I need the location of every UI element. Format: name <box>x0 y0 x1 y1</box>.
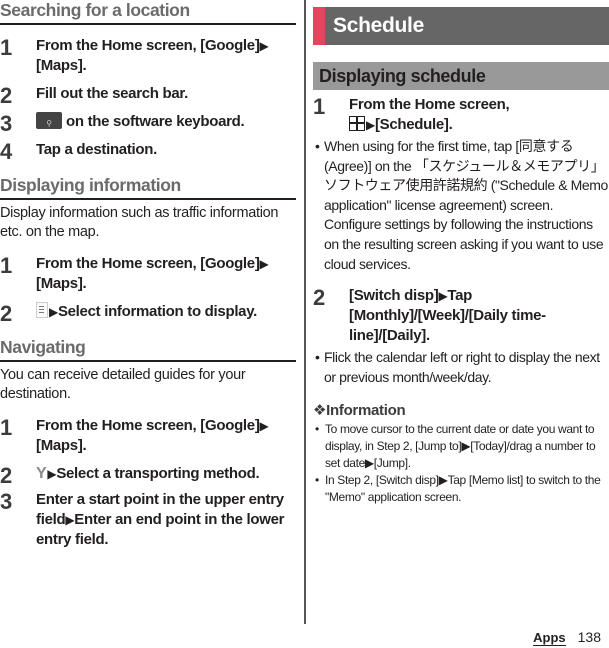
step-3: 3 ⚲ on the software keyboard. <box>0 111 296 136</box>
step-2: 2 Y▶Select a transporting method. <box>0 463 296 488</box>
step-text: Select a transporting method. <box>56 465 260 482</box>
arrow-icon: ▶ <box>364 456 374 471</box>
step-note: • When using for the first time, tap [同意… <box>277 137 609 274</box>
step-text: Enter an end point in the lower entry fi… <box>36 511 285 548</box>
section-description: Display information such as traffic info… <box>0 205 279 240</box>
navigating-steps: 1 From the Home screen, [Google]▶ [Maps]… <box>0 416 296 550</box>
step-text: From the Home screen, [Google] <box>36 417 260 434</box>
bullet-icon: • <box>315 349 320 366</box>
step-number: 1 <box>0 35 12 60</box>
step-4: 4 Tap a destination. <box>0 139 296 164</box>
info-text: In Step 2, [Switch disp] <box>325 473 439 488</box>
arrow-icon: ▶ <box>366 118 375 132</box>
section-title-displaying: Displaying information <box>0 175 296 200</box>
step-text: Tap a destination. <box>36 141 158 158</box>
step-number: 2 <box>0 463 12 488</box>
information-item: • In Step 2, [Switch disp]▶Tap [Memo lis… <box>313 472 609 506</box>
bullet-icon: • <box>315 422 319 437</box>
subsection-title: Displaying schedule <box>319 65 486 86</box>
arrow-icon: ▶ <box>65 513 75 527</box>
bullet-icon: • <box>315 138 320 154</box>
step-number: 1 <box>313 94 325 119</box>
step-number: 2 <box>313 285 325 311</box>
step-text: [Maps]. <box>36 437 87 454</box>
step-text: From the Home screen, [Google] <box>36 255 260 272</box>
page-number: 138 <box>577 629 601 645</box>
step-2: 2 ▶Select information to display. <box>0 301 296 326</box>
step-text: From the Home screen, [Google] <box>36 37 260 54</box>
step-2: 2 [Switch disp]▶Tap [Monthly]/[Week]/[Da… <box>313 286 609 346</box>
column-divider <box>304 0 306 624</box>
note-text: Flick the calendar left or right to disp… <box>324 349 600 385</box>
right-column: Schedule Displaying schedule 1 From the … <box>313 0 609 506</box>
step-note: • Flick the calendar left or right to di… <box>277 348 609 387</box>
note-text: When using for the first time, tap [同意する… <box>324 138 608 272</box>
search-key-icon: ⚲ <box>36 112 62 129</box>
step-1: 1 From the Home screen, [Google]▶ [Maps]… <box>0 36 296 76</box>
step-number: 3 <box>0 111 12 136</box>
step-1: 1 From the Home screen, [Google]▶ [Maps]… <box>0 254 296 294</box>
chapter-banner: Schedule <box>313 7 609 45</box>
route-icon: Y <box>36 465 47 482</box>
menu-icon <box>36 302 48 318</box>
step-text: Fill out the search bar. <box>36 85 189 102</box>
step-number: 2 <box>0 301 12 326</box>
step-number: 2 <box>0 83 12 108</box>
step-2: 2 Fill out the search bar. <box>0 83 296 108</box>
left-column: Searching for a location 1 From the Home… <box>0 0 296 550</box>
info-text: [Jump]. <box>373 456 411 471</box>
section-title-searching: Searching for a location <box>0 0 296 25</box>
accent-bar <box>313 7 325 45</box>
step-number: 1 <box>0 253 12 278</box>
step-text: [Switch disp] <box>349 287 439 305</box>
step-text: [Schedule]. <box>374 116 453 133</box>
step-text: [Maps]. <box>36 57 87 74</box>
chapter-title: Schedule <box>333 14 424 37</box>
step-text: Select information to display. <box>57 303 258 320</box>
step-text: [Maps]. <box>36 275 87 292</box>
arrow-icon: ▶ <box>47 467 57 481</box>
arrow-icon: ▶ <box>49 305 58 319</box>
bullet-icon: • <box>315 473 319 488</box>
section-title-navigating: Navigating <box>0 337 296 362</box>
arrow-icon: ▶ <box>259 39 269 53</box>
page-footer: Apps 138 <box>533 629 601 646</box>
schedule-steps: 1 From the Home screen, ▶[Schedule]. • W… <box>313 95 609 387</box>
searching-steps: 1 From the Home screen, [Google]▶ [Maps]… <box>0 36 296 164</box>
step-number: 1 <box>0 415 12 440</box>
arrow-icon: ▶ <box>438 473 448 488</box>
arrow-icon: ▶ <box>461 439 471 454</box>
step-text: on the software keyboard. <box>66 113 245 130</box>
information-list: • To move cursor to the current date or … <box>313 421 609 506</box>
displaying-steps: 1 From the Home screen, [Google]▶ [Maps]… <box>0 254 296 326</box>
step-number: 3 <box>0 489 12 514</box>
apps-grid-icon <box>349 116 365 131</box>
step-text: From the Home screen, <box>349 96 510 113</box>
step-3: 3 Enter a start point in the upper entry… <box>0 490 296 550</box>
information-title: ❖Information <box>313 402 406 420</box>
footer-section: Apps <box>533 630 566 646</box>
step-1: 1 From the Home screen, [Google]▶ [Maps]… <box>0 416 296 456</box>
step-number: 4 <box>0 139 12 164</box>
arrow-icon: ▶ <box>259 257 269 271</box>
subsection-banner: Displaying schedule <box>313 62 609 90</box>
arrow-icon: ▶ <box>259 419 269 433</box>
section-description: You can receive detailed guides for your… <box>0 367 246 402</box>
step-1: 1 From the Home screen, ▶[Schedule]. <box>313 95 609 135</box>
information-item: • To move cursor to the current date or … <box>313 421 609 472</box>
